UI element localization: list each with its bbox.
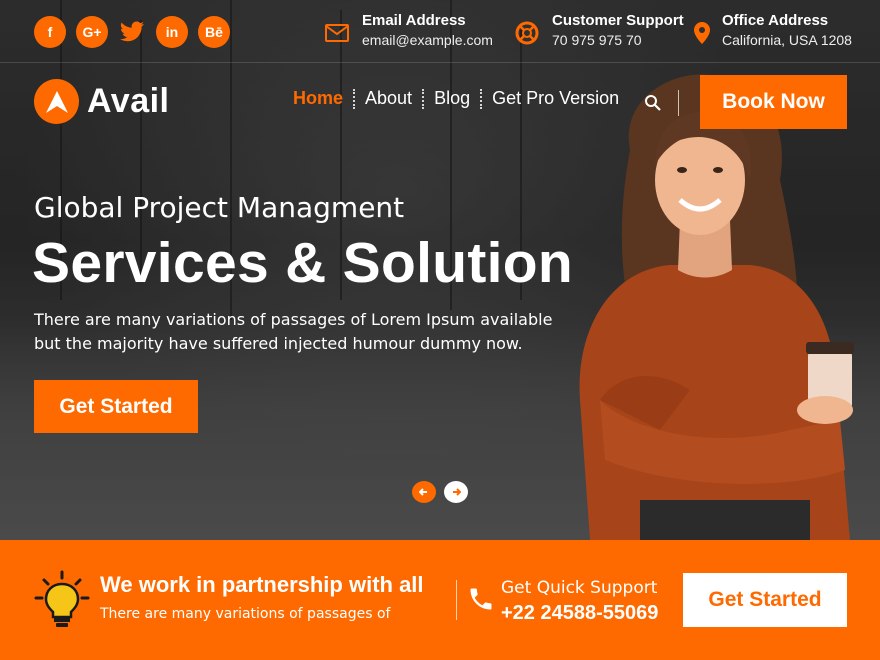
band-get-started-button[interactable]: Get Started — [683, 573, 847, 627]
logo-mark-icon — [34, 79, 79, 124]
map-pin-icon — [694, 20, 710, 46]
hero-person-image — [579, 74, 854, 540]
quick-support-phone[interactable]: +22 24588-55069 — [501, 602, 658, 625]
contact-email: Email Address email@example.com — [324, 12, 493, 50]
contact-support-title: Customer Support — [552, 12, 684, 29]
contact-office-title: Office Address — [722, 12, 829, 29]
search-icon[interactable] — [644, 94, 662, 112]
slider-prev-button[interactable] — [412, 481, 436, 503]
band-divider — [456, 580, 457, 620]
arrow-left-icon — [419, 488, 427, 496]
contact-support: Customer Support 70 975 975 70 — [514, 12, 684, 50]
contact-office-value: California, USA 1208 — [722, 32, 852, 48]
social-links: f G+ in Bē — [34, 16, 230, 48]
google-plus-icon[interactable]: G+ — [76, 16, 108, 48]
behance-icon[interactable]: Bē — [198, 16, 230, 48]
twitter-icon[interactable] — [118, 16, 146, 48]
contact-email-title: Email Address — [362, 12, 466, 29]
logo-name: Avail — [87, 82, 170, 120]
lightbulb-icon — [34, 570, 90, 627]
phone-icon — [470, 588, 492, 610]
main-nav: Home About Blog Get Pro Version — [293, 88, 619, 109]
top-bar: f G+ in Bē Email Address email@example.c… — [0, 0, 880, 63]
envelope-icon — [324, 20, 350, 46]
facebook-icon[interactable]: f — [34, 16, 66, 48]
nav-item-blog[interactable]: Blog — [434, 88, 470, 109]
nav-item-about[interactable]: About — [365, 88, 412, 109]
contact-office: Office Address California, USA 1208 — [694, 12, 852, 50]
nav-separator — [422, 88, 425, 109]
band-title: We work in partnership with all — [100, 572, 424, 597]
linkedin-icon[interactable]: in — [156, 16, 188, 48]
band-subtitle: There are many variations of passages of — [100, 606, 391, 622]
hero-description: There are many variations of passages of… — [34, 310, 553, 353]
nav-separator — [353, 88, 356, 109]
quick-support-label: Get Quick Support — [501, 578, 658, 598]
arrow-right-icon — [453, 488, 461, 496]
nav-divider — [678, 90, 679, 116]
nav-item-home[interactable]: Home — [293, 88, 343, 109]
hero-get-started-button[interactable]: Get Started — [34, 380, 198, 433]
contact-email-value[interactable]: email@example.com — [362, 30, 493, 50]
lifebuoy-icon — [514, 20, 540, 46]
site-logo[interactable]: Avail — [34, 79, 170, 124]
book-now-button[interactable]: Book Now — [700, 75, 847, 129]
hero-headline: Services & Solution — [32, 231, 574, 295]
contact-support-value[interactable]: 70 975 975 70 — [552, 30, 684, 50]
nav-item-get-pro[interactable]: Get Pro Version — [492, 88, 619, 109]
slider-next-button[interactable] — [444, 481, 468, 503]
nav-separator — [480, 88, 483, 109]
hero-subtitle: Global Project Managment — [34, 191, 405, 224]
